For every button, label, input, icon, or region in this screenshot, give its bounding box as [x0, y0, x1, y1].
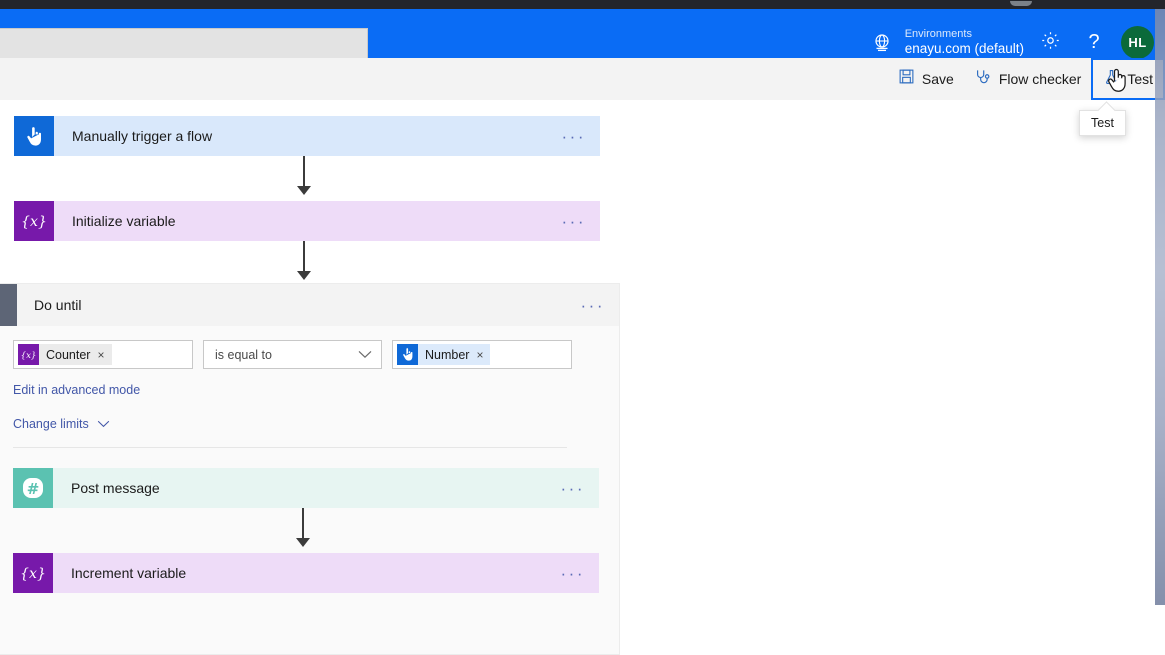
chevron-down-icon [358, 348, 372, 362]
flow-card-trigger[interactable]: Manually trigger a flow ··· [14, 116, 600, 156]
flow-card-title: Increment variable [71, 565, 187, 581]
command-bar: Save Flow checker Test [0, 58, 1165, 100]
do-until-condition-row: {x} Counter × is equal to Number × [0, 326, 619, 369]
touch-hand-icon [14, 116, 54, 156]
connector-arrowhead [296, 538, 310, 547]
teams-hash-icon: # [13, 468, 53, 508]
window-edge-strip [1155, 0, 1165, 605]
edit-in-advanced-mode-link[interactable]: Edit in advanced mode [0, 369, 619, 397]
token-counter[interactable]: {x} Counter × [18, 344, 112, 365]
test-label: Test [1127, 71, 1153, 87]
flow-card-overflow-menu[interactable]: ··· [561, 480, 585, 497]
os-title-strip [0, 0, 1165, 9]
svg-text:{x}: {x} [21, 213, 47, 229]
flow-card-overflow-menu[interactable]: ··· [562, 128, 586, 145]
scope-header[interactable]: Do until ··· [0, 284, 619, 326]
flow-checker-label: Flow checker [998, 71, 1082, 87]
flow-card-title: Manually trigger a flow [72, 128, 213, 144]
window-edge-top [1155, 0, 1165, 9]
token-remove-icon[interactable]: × [476, 348, 483, 362]
scope-title: Do until [34, 297, 82, 313]
do-until-loop-icon [0, 284, 17, 326]
flow-card-increment-variable[interactable]: {x} Increment variable ··· [13, 553, 599, 593]
suite-bar: or helpful resources Environments enayu.… [0, 9, 1165, 59]
save-label: Save [921, 71, 954, 87]
avatar[interactable]: HL [1121, 26, 1154, 59]
change-limits-toggle[interactable]: Change limits [0, 397, 619, 431]
token-label: Counter [46, 347, 91, 362]
test-tooltip: Test [1079, 110, 1126, 136]
condition-left-field[interactable]: {x} Counter × [13, 340, 193, 369]
flow-checker-button[interactable]: Flow checker [964, 58, 1091, 100]
token-remove-icon[interactable]: × [97, 348, 104, 362]
gear-icon [1040, 30, 1061, 56]
change-limits-label: Change limits [13, 417, 89, 431]
flow-card-overflow-menu[interactable]: ··· [561, 565, 585, 582]
scope-actions: # Post message ··· {x} Increment variabl… [0, 448, 619, 654]
condition-right-field[interactable]: Number × [392, 340, 572, 369]
connector-arrowhead [297, 186, 311, 195]
connector-line [302, 508, 304, 541]
scope-overflow-menu[interactable]: ··· [581, 297, 605, 314]
variable-braces-icon: {x} [14, 201, 54, 241]
flow-designer-canvas: Manually trigger a flow ··· {x} Initiali… [0, 100, 1165, 655]
save-icon [898, 68, 915, 90]
touch-hand-icon [397, 344, 418, 365]
token-label: Number [425, 347, 470, 362]
flask-icon [1103, 68, 1120, 91]
webcam-notch [1010, 1, 1032, 6]
svg-text:{x}: {x} [20, 565, 46, 581]
svg-text:{x}: {x} [21, 351, 37, 361]
stethoscope-icon [974, 68, 992, 91]
globe-icon [867, 28, 897, 58]
flow-scope-do-until: Do until ··· {x} Counter × is equal to N… [0, 283, 620, 655]
svg-text:#: # [27, 480, 40, 498]
flow-card-title: Initialize variable [72, 213, 176, 229]
test-button[interactable]: Test [1091, 58, 1165, 100]
avatar-initials: HL [1128, 35, 1147, 50]
variable-braces-icon: {x} [18, 344, 39, 365]
chevron-down-icon [97, 417, 110, 431]
operator-value: is equal to [215, 347, 272, 362]
question-mark-icon: ? [1088, 31, 1100, 53]
connector-line [303, 156, 305, 189]
token-number[interactable]: Number × [397, 344, 491, 365]
flow-card-overflow-menu[interactable]: ··· [562, 213, 586, 230]
environment-label: Environments [904, 28, 972, 41]
condition-operator-select[interactable]: is equal to [203, 340, 382, 369]
environment-value: enayu.com (default) [904, 41, 1024, 57]
connector-line [303, 241, 305, 274]
flow-card-initialize-variable[interactable]: {x} Initialize variable ··· [14, 201, 600, 241]
connector-arrowhead [297, 271, 311, 280]
flow-card-post-message[interactable]: # Post message ··· [13, 468, 599, 508]
variable-braces-icon: {x} [13, 553, 53, 593]
save-button[interactable]: Save [888, 58, 964, 100]
flow-card-title: Post message [71, 480, 160, 496]
search-input[interactable]: or helpful resources [0, 28, 368, 59]
